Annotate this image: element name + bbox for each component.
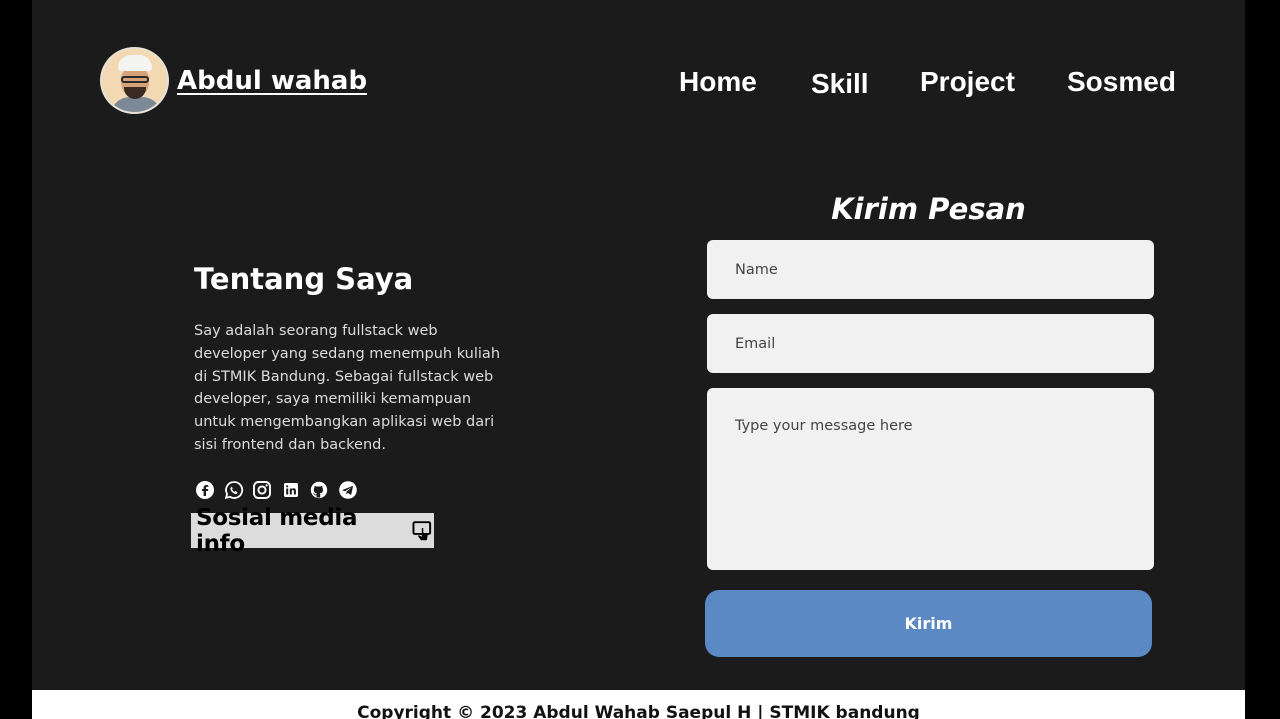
whatsapp-icon[interactable]: [224, 480, 253, 500]
github-icon[interactable]: [309, 480, 338, 500]
instagram-icon[interactable]: [252, 480, 281, 500]
touch-screen-icon: [412, 520, 432, 540]
social-media-info-label: Sosial media info: [196, 504, 358, 557]
copyright-text: Copyright © 2023 Abdul Wahab Saepul H | …: [357, 703, 920, 719]
facebook-icon[interactable]: [195, 480, 224, 500]
page: Abdul wahab Home Skill Project Sosmed Te…: [32, 0, 1245, 719]
nav-skill[interactable]: Skill: [811, 68, 869, 100]
main-nav: Home Skill Project Sosmed: [32, 62, 1245, 102]
message-field[interactable]: [707, 388, 1154, 570]
email-field[interactable]: [707, 314, 1154, 373]
name-field[interactable]: [707, 240, 1154, 299]
about-title: Tentang Saya: [194, 262, 414, 296]
social-links: [195, 480, 366, 500]
nav-project[interactable]: Project: [920, 66, 1015, 98]
footer: Copyright © 2023 Abdul Wahab Saepul H | …: [32, 690, 1245, 719]
nav-sosmed[interactable]: Sosmed: [1067, 66, 1176, 98]
submit-button[interactable]: Kirim: [705, 590, 1152, 657]
nav-home[interactable]: Home: [679, 66, 757, 98]
about-text: Say adalah seorang fullstack web develop…: [194, 323, 501, 453]
telegram-icon[interactable]: [338, 480, 367, 500]
form-title: Kirim Pesan: [831, 192, 1026, 226]
social-media-info[interactable]: Sosial media info: [191, 505, 434, 557]
linkedin-icon[interactable]: [281, 480, 310, 500]
